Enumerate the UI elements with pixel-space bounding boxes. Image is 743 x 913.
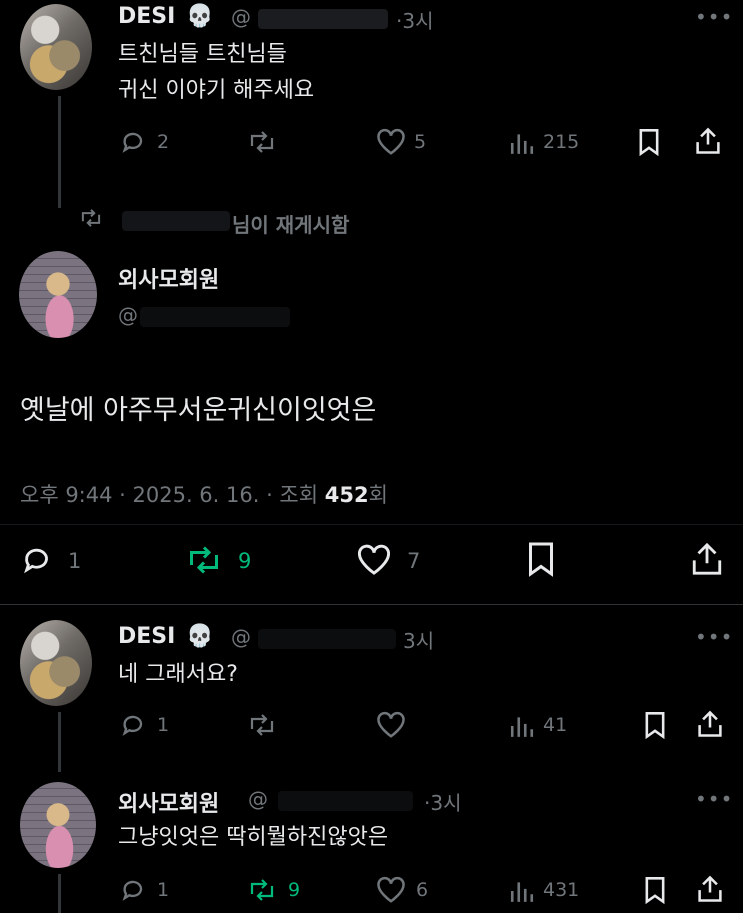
avatar[interactable] bbox=[20, 4, 92, 90]
redacted-handle bbox=[140, 307, 290, 327]
views-count: 215 bbox=[543, 131, 580, 153]
reply-text: 그냥잇엇은 딱히뭘하진않앗은 bbox=[118, 825, 389, 850]
views-icon[interactable] bbox=[509, 713, 535, 739]
divider bbox=[0, 604, 743, 605]
handle[interactable]: @ bbox=[118, 303, 138, 327]
more-icon[interactable]: ••• bbox=[695, 787, 733, 811]
post-text-line: 귀신 이야기 해주세요 bbox=[118, 78, 315, 103]
repost-icon[interactable] bbox=[184, 544, 224, 576]
like-icon[interactable] bbox=[356, 544, 392, 576]
divider bbox=[0, 524, 743, 525]
redacted-handle bbox=[278, 791, 413, 811]
like-icon[interactable] bbox=[376, 876, 406, 904]
like-icon[interactable] bbox=[376, 711, 406, 739]
timestamp[interactable]: ·3시 bbox=[424, 787, 461, 816]
views-icon[interactable] bbox=[509, 130, 535, 156]
share-icon[interactable] bbox=[694, 126, 722, 156]
handle[interactable]: @ bbox=[231, 625, 251, 649]
handle[interactable]: @ bbox=[231, 5, 251, 29]
share-icon[interactable] bbox=[696, 709, 724, 739]
reply-count: 1 bbox=[157, 714, 170, 736]
reply-count: 1 bbox=[68, 549, 82, 573]
repost-icon[interactable] bbox=[246, 128, 278, 156]
thread-line bbox=[58, 712, 61, 772]
reply-icon[interactable] bbox=[120, 128, 148, 156]
skull-emoji: 💀 bbox=[186, 624, 214, 649]
post-text-line: 트친님들 트친님들 bbox=[118, 42, 287, 67]
share-icon[interactable] bbox=[696, 874, 724, 904]
handle[interactable]: @ bbox=[248, 787, 268, 811]
display-name[interactable]: 외사모회원 bbox=[118, 262, 219, 294]
share-icon[interactable] bbox=[690, 540, 724, 578]
thread-line bbox=[58, 874, 61, 913]
like-count: 5 bbox=[414, 131, 427, 153]
reply-icon[interactable] bbox=[120, 711, 148, 739]
views-count: 431 bbox=[543, 879, 580, 901]
reply-count: 2 bbox=[157, 131, 170, 153]
display-name[interactable]: 외사모회원 bbox=[118, 786, 219, 818]
more-icon[interactable]: ••• bbox=[695, 625, 733, 649]
bookmark-icon[interactable] bbox=[637, 128, 661, 156]
bookmark-icon[interactable] bbox=[643, 876, 667, 904]
view-suffix: 회 bbox=[368, 483, 388, 507]
reply-icon[interactable] bbox=[20, 543, 56, 577]
redacted-handle bbox=[258, 9, 388, 29]
view-count: 452 bbox=[324, 483, 369, 507]
avatar[interactable] bbox=[20, 782, 96, 868]
display-name[interactable]: DESI bbox=[118, 4, 175, 29]
bookmark-icon[interactable] bbox=[526, 541, 556, 577]
like-icon[interactable] bbox=[376, 128, 406, 156]
reply-text: 네 그래서요? bbox=[118, 662, 238, 687]
like-count: 7 bbox=[407, 549, 421, 573]
bookmark-icon[interactable] bbox=[643, 711, 667, 739]
timestamp[interactable]: 3시 bbox=[403, 625, 434, 654]
tweet-text: 옛날에 아주무서운귀신이잇엇은 bbox=[20, 395, 377, 426]
views-icon[interactable] bbox=[509, 878, 535, 904]
repost-icon[interactable] bbox=[246, 711, 278, 739]
repost-icon[interactable] bbox=[246, 876, 278, 904]
repost-count: 9 bbox=[238, 549, 252, 573]
more-icon[interactable]: ••• bbox=[695, 5, 733, 29]
reply-count: 1 bbox=[157, 879, 170, 901]
tweet-meta: 오후 9:44 · 2025. 6. 16. · 조회 452회 bbox=[20, 479, 388, 509]
like-count: 6 bbox=[416, 879, 429, 901]
tweet-timestamp[interactable]: 오후 9:44 · 2025. 6. 16. · 조회 bbox=[20, 483, 318, 507]
avatar[interactable] bbox=[20, 620, 92, 706]
display-name[interactable]: DESI bbox=[118, 624, 175, 649]
views-count: 41 bbox=[543, 714, 568, 736]
thread-line bbox=[58, 96, 61, 208]
avatar[interactable] bbox=[19, 251, 97, 338]
repost-count: 9 bbox=[288, 879, 301, 901]
skull-emoji: 💀 bbox=[186, 4, 214, 29]
reply-icon[interactable] bbox=[120, 876, 148, 904]
redacted-handle bbox=[258, 629, 396, 649]
repost-notice: 님이 재게시함 bbox=[232, 213, 350, 237]
redacted-reposter bbox=[122, 211, 230, 231]
repost-icon bbox=[81, 209, 101, 227]
timestamp[interactable]: ·3시 bbox=[396, 5, 433, 34]
